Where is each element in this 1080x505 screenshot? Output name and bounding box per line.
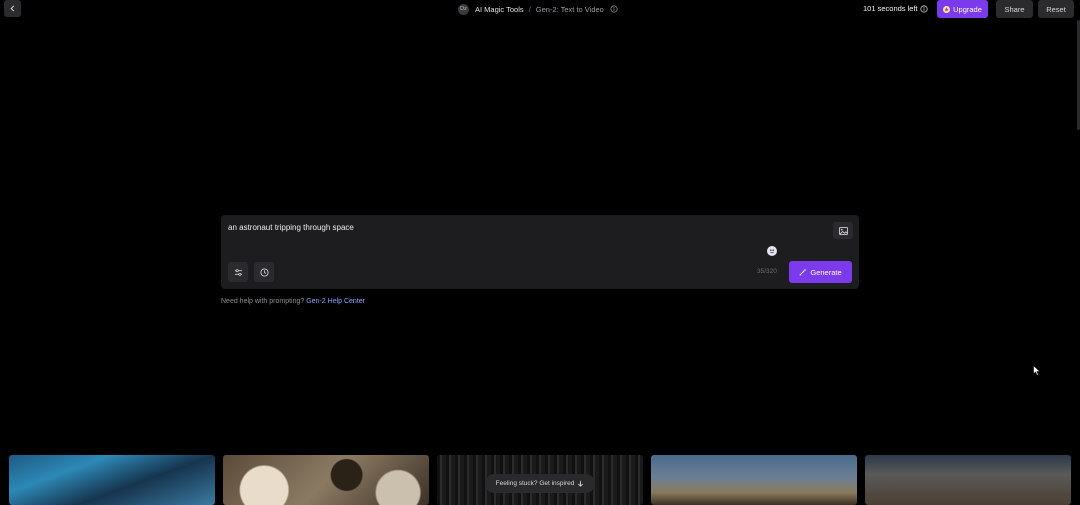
help-center-link[interactable]: Gen-2 Help Center [306,298,365,305]
info-icon[interactable] [920,4,928,13]
info-icon[interactable] [610,5,618,13]
breadcrumb: Dz AI Magic Tools / Gen-2: Text to Video [458,3,618,15]
top-bar: Dz AI Magic Tools / Gen-2: Text to Video… [0,0,1080,18]
chevron-left-icon [10,5,15,12]
reset-button[interactable]: Reset [1038,0,1074,18]
wand-icon [799,268,807,276]
gallery-thumbnail[interactable] [651,455,857,505]
get-inspired-button[interactable]: Feeling stuck? Get inspired [485,474,595,493]
breadcrumb-separator: / [528,4,531,14]
image-icon [838,226,848,235]
back-button[interactable] [4,0,21,17]
prompt-panel: 35/320 Generate [221,215,859,289]
arrow-down-icon [578,480,584,487]
upgrade-label: Upgrade [953,4,982,14]
history-button[interactable] [254,262,274,282]
prompt-input[interactable] [228,223,818,232]
generate-button[interactable]: Generate [789,261,852,283]
get-inspired-label: Feeling stuck? Get inspired [495,480,575,487]
generate-label: Generate [810,267,842,277]
help-text: Need help with prompting? [221,298,305,305]
help-line: Need help with prompting? Gen-2 Help Cen… [221,298,365,305]
clock-icon [259,267,269,277]
mouse-cursor-icon [1033,365,1041,376]
gallery-thumbnail[interactable] [223,455,429,505]
gallery-thumbnail[interactable] [865,455,1071,505]
star-icon [943,5,951,13]
sliders-icon [234,268,242,276]
upgrade-button[interactable]: Upgrade [937,0,988,18]
credits-remaining: 101 seconds left [863,4,928,13]
gallery-thumbnail[interactable] [9,455,215,505]
character-count: 35/320 [757,268,777,275]
settings-button[interactable] [228,262,248,282]
add-image-button[interactable] [833,222,853,239]
credits-label: 101 seconds left [863,4,918,13]
breadcrumb-ai-magic-tools[interactable]: AI Magic Tools [475,5,524,14]
workspace-avatar[interactable]: Dz [458,3,469,15]
breadcrumb-gen2-text-to-video: Gen-2: Text to Video [535,4,604,14]
emoji-icon[interactable] [767,246,777,256]
share-button[interactable]: Share [996,0,1033,18]
